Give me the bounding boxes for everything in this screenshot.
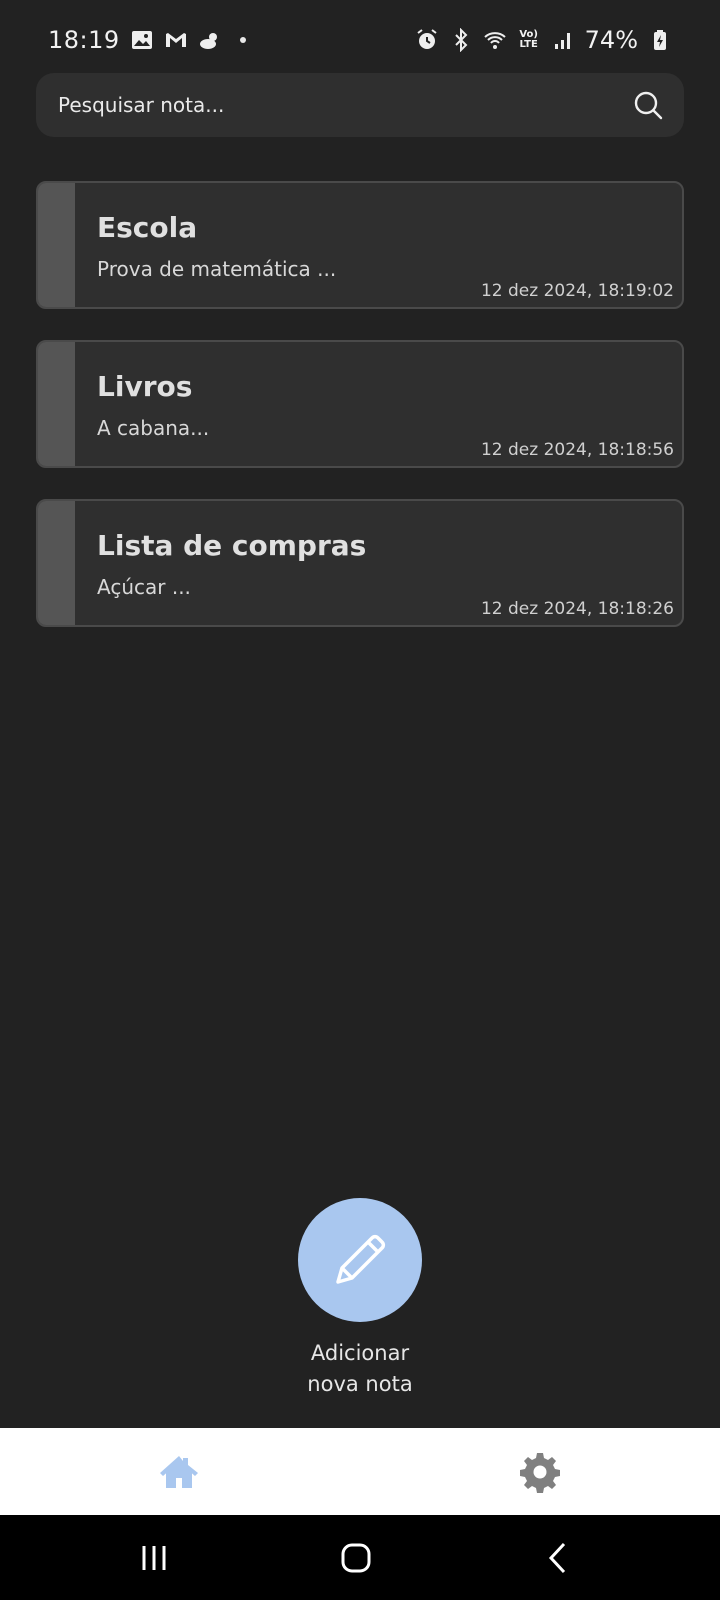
note-color-stripe [38,501,75,625]
note-card[interactable]: Escola Prova de matemática ... 12 dez 20… [36,181,684,309]
notes-list: Escola Prova de matemática ... 12 dez 20… [36,181,684,658]
note-card[interactable]: Lista de compras Açúcar ... 12 dez 2024,… [36,499,684,627]
volte-icon: Vo) LTE [517,28,541,52]
bluetooth-icon [449,28,473,52]
system-home-icon [341,1543,371,1573]
system-home-button[interactable] [338,1541,374,1575]
note-preview: Prova de matemática ... [97,257,337,281]
note-preview: Açúcar ... [97,575,191,599]
status-time: 18:19 [48,26,120,54]
back-button[interactable] [540,1541,576,1575]
note-color-stripe [38,342,75,466]
search-input[interactable] [58,93,578,117]
back-icon [548,1542,566,1574]
battery-icon [648,28,672,52]
recents-icon [142,1546,166,1570]
add-note-button[interactable] [298,1198,422,1322]
pencil-icon [336,1234,386,1284]
alarm-icon [415,28,439,52]
note-date: 12 dez 2024, 18:18:26 [480,599,674,619]
note-title: Escola [97,211,198,244]
signal-icon [551,28,575,52]
recents-button[interactable] [136,1541,172,1575]
gallery-icon [130,28,154,52]
gear-icon [520,1453,560,1493]
notes-screen: 18:19 Vo) LTE 74% Pesquisar nota... Esco… [0,0,720,1600]
wifi-icon [483,28,507,52]
weather-icon [198,28,222,52]
system-nav-bar [0,1515,720,1600]
bottom-nav [0,1428,720,1515]
note-title: Lista de compras [97,529,367,562]
note-preview: A cabana... [97,416,210,440]
note-title: Livros [97,370,193,403]
add-note-label[interactable]: Adicionar nova nota [260,1338,460,1400]
note-date: 12 dez 2024, 18:19:02 [480,281,674,301]
status-left: 18:19 [48,26,246,54]
notification-dot [239,37,246,43]
add-note-label-line2: nova nota [307,1372,413,1396]
gmail-icon [164,28,188,52]
add-note-label-line1: Adicionar [310,1341,410,1365]
battery-percent: 74% [584,26,638,54]
search-icon[interactable] [632,89,664,121]
nav-home-button[interactable] [157,1450,201,1494]
nav-settings-button[interactable] [518,1450,562,1494]
note-color-stripe [38,183,75,307]
note-date: 12 dez 2024, 18:18:56 [480,440,674,460]
status-bar: 18:19 Vo) LTE 74% [0,0,720,80]
home-icon [160,1456,198,1488]
note-card[interactable]: Livros A cabana... 12 dez 2024, 18:18:56 [36,340,684,468]
volte-bottom-label: LTE [519,39,538,50]
status-right: Vo) LTE 74% [415,26,672,54]
search-bar[interactable] [36,73,684,137]
